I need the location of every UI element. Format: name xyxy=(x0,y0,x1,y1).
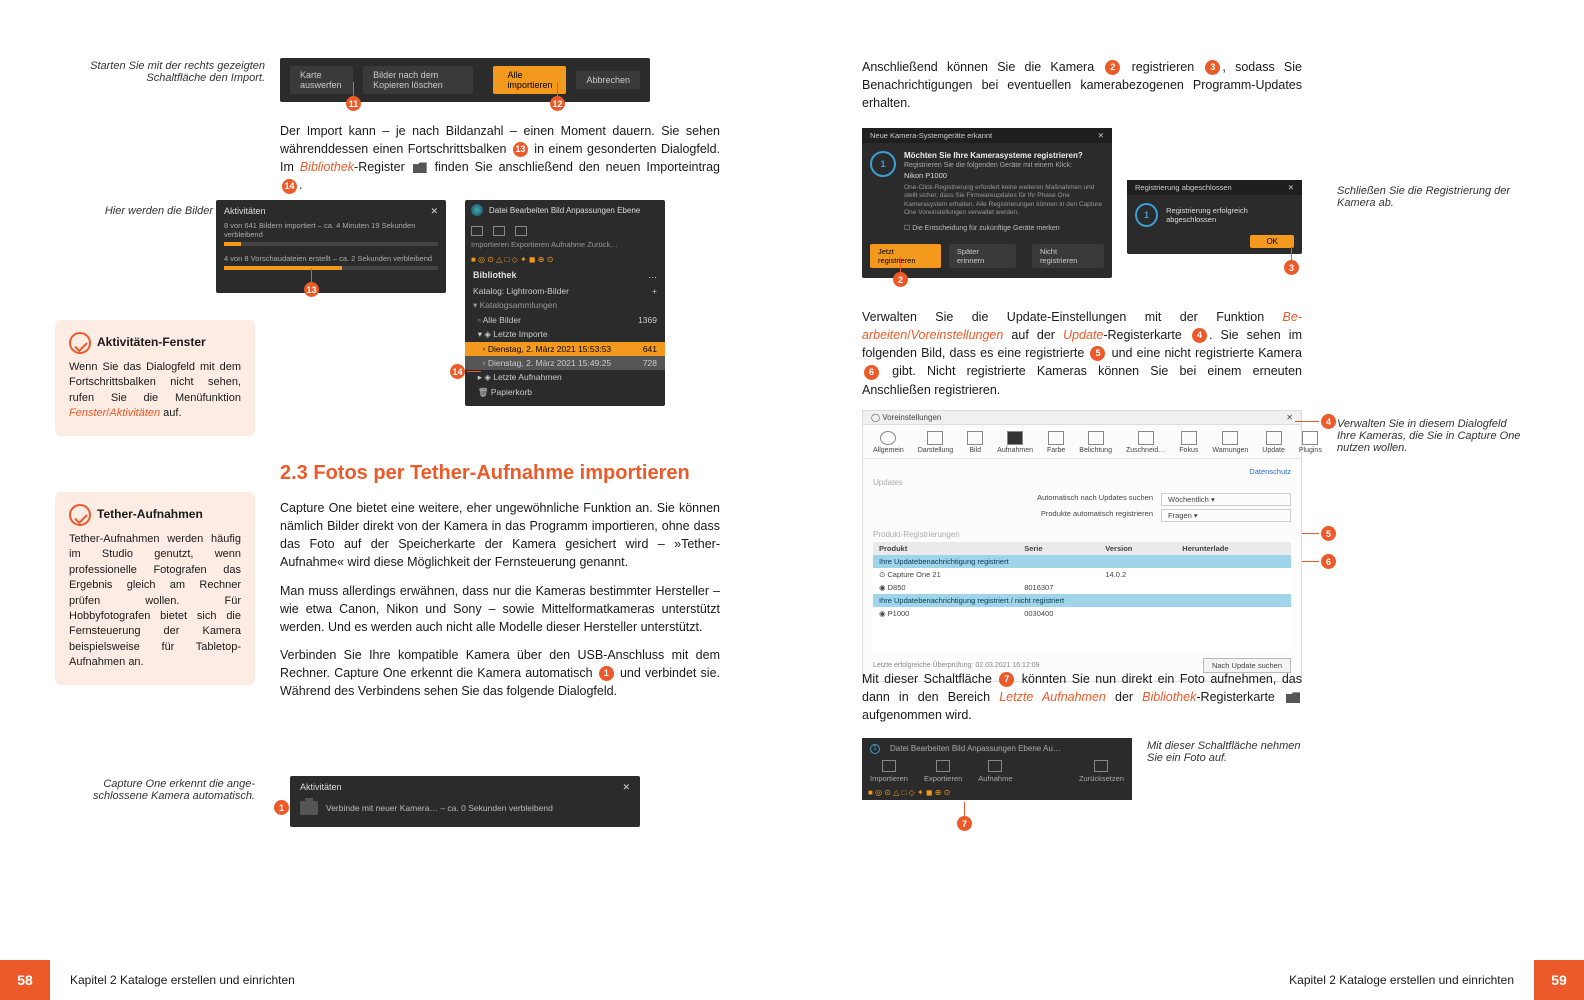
delete-after-copy-button[interactable]: Bilder nach dem Kopieren löschen xyxy=(363,66,473,94)
check-circle-icon xyxy=(69,504,91,526)
capture-toolbar: 1Datei Bearbeiten Bild Anpassungen Ebene… xyxy=(862,738,1132,800)
page-59: Anschließend können Sie die Kamera 2 reg… xyxy=(792,0,1584,1000)
close-icon[interactable]: ✕ xyxy=(1286,413,1293,422)
marker-6: 6 xyxy=(1319,554,1338,569)
capture-one-logo-icon: 1 xyxy=(870,151,896,177)
palette-icon xyxy=(1048,431,1064,445)
marker-7: 7 xyxy=(955,802,974,831)
info-icon xyxy=(880,431,896,445)
paragraph-tether-3: Verbinden Sie Ihre kompatible Kamera übe… xyxy=(280,646,720,700)
plugin-icon xyxy=(1302,431,1318,445)
privacy-link[interactable]: Datenschutz xyxy=(1249,467,1291,476)
reset-button[interactable]: Zurücksetzen xyxy=(1079,760,1124,783)
marker-1-inline: 1 xyxy=(599,666,614,681)
tip-activities: Aktivitäten-Fenster Wenn Sie das Dialogf… xyxy=(55,320,255,436)
export-button[interactable]: Exportieren xyxy=(924,760,962,783)
footer-left: 58 Kapitel 2 Kataloge erstellen und einr… xyxy=(0,960,315,1000)
dont-register-button[interactable]: Nicht registrieren xyxy=(1032,244,1104,268)
marker-14: 14 xyxy=(448,364,481,379)
page-number-58: 58 xyxy=(0,960,50,1000)
import-button[interactable]: Importieren xyxy=(870,760,908,783)
marker-6-inline: 6 xyxy=(864,365,879,380)
section-heading-2-3: 2.3 Fotos per Tether-Aufnahme importiere… xyxy=(280,462,720,485)
folder-icon xyxy=(1286,692,1300,703)
import-icon xyxy=(471,226,483,236)
marker-7-inline: 7 xyxy=(999,672,1014,687)
marker-4-inline: 4 xyxy=(1192,328,1207,343)
paragraph-tether-2: Man muss allerdings erwähnen, dass nur d… xyxy=(280,582,720,636)
marker-3: 3 xyxy=(1282,246,1301,275)
marker-13-inline: 13 xyxy=(513,142,528,157)
marker-12: 12 xyxy=(548,82,567,111)
marker-5-inline: 5 xyxy=(1090,346,1105,361)
page-number-59: 59 xyxy=(1534,960,1584,1000)
warning-icon xyxy=(1222,431,1238,445)
close-icon[interactable]: ✕ xyxy=(1288,183,1294,192)
capture-one-logo-icon: 1 xyxy=(1135,203,1158,227)
camera-icon xyxy=(300,801,318,815)
marker-14-inline: 14 xyxy=(282,179,297,194)
image-icon xyxy=(967,431,983,445)
marker-13: 13 xyxy=(302,268,321,297)
close-icon[interactable]: ✕ xyxy=(430,206,438,217)
product-registrations-table: ProduktSerieVersionHerunterlade Ihre Upd… xyxy=(873,542,1291,650)
check-circle-icon xyxy=(69,332,91,354)
camera-icon xyxy=(1007,431,1023,445)
marker-5: 5 xyxy=(1319,526,1338,541)
folder-icon xyxy=(413,162,427,173)
close-icon[interactable]: ✕ xyxy=(622,782,630,793)
margin-caption-3: Capture One erkennt die ange­schlossene … xyxy=(75,778,255,802)
registration-done-dialog: Registrierung abgeschlossen✕ 1 Registrie… xyxy=(1127,180,1302,254)
marker-3-inline: 3 xyxy=(1205,60,1220,75)
update-icon xyxy=(1266,431,1282,445)
focus-icon xyxy=(1181,431,1197,445)
paragraph-import: Der Import kann – je nach Bildanzahl – e… xyxy=(280,122,720,195)
upload-icon xyxy=(936,760,950,772)
margin-caption-1: Starten Sie mit der rechts gezeigten Sch… xyxy=(75,60,265,84)
marker-11: 11 xyxy=(344,82,363,111)
close-icon[interactable]: ✕ xyxy=(1098,131,1104,140)
preferences-dialog: ◯ Voreinstellungen✕ Allgemein Darstellun… xyxy=(862,410,1302,682)
undo-icon xyxy=(1094,760,1108,772)
import-toolbar: Karte auswerfen Bilder nach dem Kopieren… xyxy=(280,58,650,102)
eye-icon xyxy=(927,431,943,445)
cancel-import-button[interactable]: Abbrechen xyxy=(576,71,640,89)
selected-import-row[interactable]: ▫ Dienstag, 2. März 2021 15:53:53641 xyxy=(465,342,665,356)
margin-caption-r1: Schließen Sie die Registrierung der Kame… xyxy=(1337,185,1527,209)
crop-icon xyxy=(1138,431,1154,445)
remind-later-button[interactable]: Später erinnern xyxy=(949,244,1016,268)
download-icon xyxy=(882,760,896,772)
marker-2-inline: 2 xyxy=(1105,60,1120,75)
registration-dialog: Neue Kamera-Systemgeräte erkannt✕ 1 Möch… xyxy=(862,128,1112,278)
margin-caption-r2: Verwalten Sie in diesem Dialogfeld Ihre … xyxy=(1337,418,1527,454)
footer-right: Kapitel 2 Kataloge erstellen und einrich… xyxy=(1269,960,1584,1000)
paragraph-update-settings: Verwalten Sie die Update-Einstellungen m… xyxy=(862,308,1302,399)
marker-1: 1 xyxy=(272,800,291,815)
paragraph-register: Anschließend können Sie die Kamera 2 reg… xyxy=(862,58,1302,112)
tip-tether: Tether-Aufnahmen Tether-Aufnahmen werden… xyxy=(55,492,255,685)
marker-2: 2 xyxy=(891,258,910,287)
activities-panel: Aktivitäten✕ 8 von 641 Bildern importier… xyxy=(216,200,446,293)
library-panel: Datei Bearbeiten Bild Anpassungen Ebene … xyxy=(465,200,665,406)
margin-caption-r3: Mit dieser Schaltfläche nehmen Sie ein F… xyxy=(1147,740,1317,764)
paragraph-tether-1: Capture One bietet eine weitere, eher un… xyxy=(280,499,720,572)
app-logo-icon: 1 xyxy=(870,744,880,754)
camera-icon xyxy=(988,760,1002,772)
export-icon xyxy=(493,226,505,236)
marker-4: 4 xyxy=(1319,414,1338,429)
auto-register-select[interactable]: Fragen ▾ xyxy=(1161,509,1291,522)
paragraph-shoot-button: Mit dieser Schaltfläche 7 könnten Sie nu… xyxy=(862,670,1302,724)
connecting-panel: Aktivitäten✕ Verbinde mit neuer Kamera… … xyxy=(290,776,640,827)
exposure-icon xyxy=(1088,431,1104,445)
update-frequency-select[interactable]: Wöchentlich ▾ xyxy=(1161,493,1291,506)
page-58: Starten Sie mit der rechts gezeigten Sch… xyxy=(0,0,792,1000)
app-logo-icon xyxy=(471,204,483,216)
preferences-tabs[interactable]: Allgemein Darstellung Bild Aufnahmen Far… xyxy=(863,425,1301,459)
capture-icon xyxy=(515,226,527,236)
capture-button[interactable]: Aufnahme xyxy=(978,760,1012,783)
